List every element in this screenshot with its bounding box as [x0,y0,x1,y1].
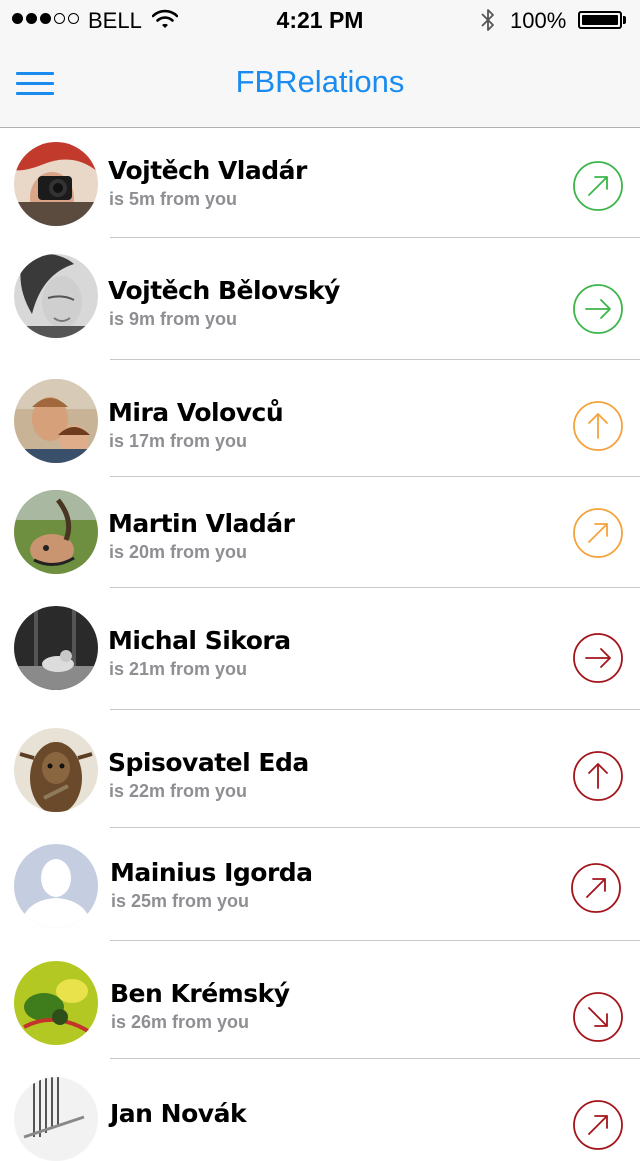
contact-row[interactable]: Ben Krémský is 26m from you [0,941,640,1059]
contact-name: Mira Volovců [108,398,284,427]
avatar [14,490,98,574]
battery-icon [578,11,622,29]
status-bar: BELL 4:21 PM 100% [0,0,640,40]
contact-name: Spisovatel Eda [108,748,309,777]
contact-name: Vojtěch Vladár [108,156,307,185]
avatar [14,142,98,226]
contact-distance: is 21m from you [109,659,248,679]
contact-distance: is 25m from you [111,891,250,911]
direction-arrow-up-right-icon[interactable] [572,507,624,559]
direction-arrow-up-icon[interactable] [572,750,624,802]
avatar [14,728,98,812]
contact-row[interactable]: Martin Vladár is 20m from you [0,477,640,588]
contact-row[interactable]: Vojtěch Vladár is 5m from you [0,128,640,238]
contact-distance: is 5m from you [109,189,238,209]
avatar [14,961,98,1045]
avatar [14,844,98,928]
avatar [14,254,98,338]
direction-arrow-down-right-icon[interactable] [572,991,624,1043]
contact-row[interactable]: Jan Novák [0,1059,640,1161]
contact-distance: is 9m from you [109,309,238,329]
contact-row[interactable]: Michal Sikora is 21m from you [0,588,640,710]
contact-distance: is 22m from you [109,781,248,801]
contact-distance: is 17m from you [109,431,248,451]
direction-arrow-up-right-icon[interactable] [572,1099,624,1151]
contact-distance: is 26m from you [111,1012,250,1032]
direction-arrow-right-icon[interactable] [572,283,624,335]
direction-arrow-right-icon[interactable] [572,632,624,684]
direction-arrow-up-right-icon[interactable] [572,160,624,212]
contact-distance: is 20m from you [109,542,248,562]
direction-arrow-up-right-icon[interactable] [570,862,622,914]
battery-percentage: 100% [510,8,567,33]
avatar [14,1077,98,1161]
contact-name: Vojtěch Bělovský [108,276,340,305]
contact-name: Jan Novák [110,1099,247,1128]
direction-arrow-up-icon[interactable] [572,400,624,452]
avatar [14,606,98,690]
contact-row[interactable]: Mainius Igorda is 25m from you [0,828,640,941]
contact-name: Ben Krémský [110,979,290,1008]
bluetooth-icon [481,9,494,31]
app-title: FBRelations [235,64,405,99]
contact-name: Mainius Igorda [110,858,313,887]
contact-name: Martin Vladár [108,509,295,538]
contact-row[interactable]: Spisovatel Eda is 22m from you [0,710,640,828]
contact-name: Michal Sikora [108,626,291,655]
avatar [14,379,98,463]
contact-row[interactable]: Vojtěch Bělovský is 9m from you [0,238,640,360]
navigation-bar: FBRelations [0,40,640,128]
contact-row[interactable]: Mira Volovců is 17m from you [0,360,640,477]
